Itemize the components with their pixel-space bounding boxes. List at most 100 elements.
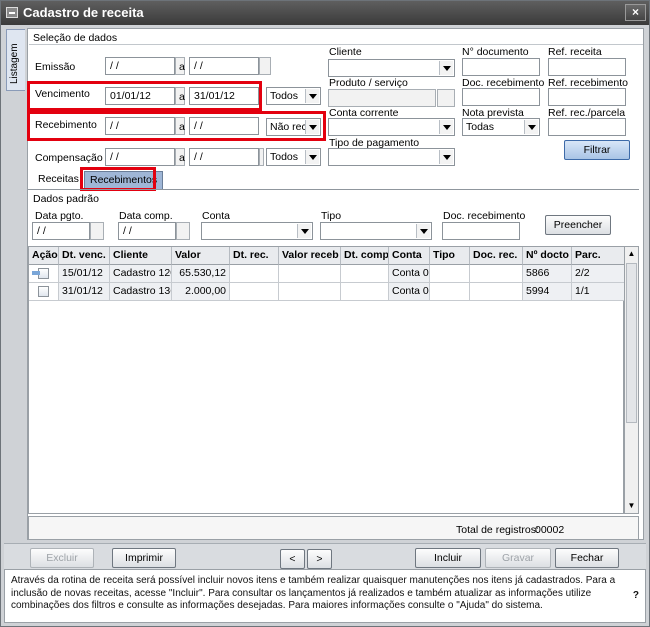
total-label: Total de registros:: [456, 524, 539, 536]
emissao-label: Emissão: [35, 61, 76, 73]
cell-valor-receb[interactable]: [279, 283, 341, 301]
compensacao-to-btn[interactable]: [259, 148, 264, 166]
conta-corrente-select[interactable]: [328, 118, 455, 136]
scroll-down-icon[interactable]: ▼: [626, 500, 637, 512]
col-valor-receb[interactable]: Valor receb: [279, 247, 341, 265]
cell-tipo[interactable]: [430, 265, 470, 283]
n-documento-label: N° documento: [462, 46, 529, 58]
padrao-conta-select[interactable]: [201, 222, 313, 240]
compensacao-to-input[interactable]: / /: [189, 148, 259, 166]
col-tipo[interactable]: Tipo: [430, 247, 470, 265]
help-text: Através da rotina de receita será possív…: [11, 575, 616, 611]
tab-listagem[interactable]: Listagem: [6, 29, 25, 91]
vencimento-to-input[interactable]: 31/01/12: [189, 87, 259, 105]
vencimento-select[interactable]: Todos: [266, 87, 321, 105]
cell-dt-comp[interactable]: [341, 283, 389, 301]
col-doc-rec[interactable]: Doc. rec.: [470, 247, 523, 265]
padrao-doc-rec-input[interactable]: [442, 222, 520, 240]
tabs-divider: [28, 189, 639, 190]
cell-conta[interactable]: Conta 01: [389, 265, 430, 283]
window-title: Cadastro de receita: [23, 5, 144, 20]
col-valor[interactable]: Valor: [172, 247, 230, 265]
cell-conta[interactable]: Conta 01: [389, 283, 430, 301]
data-pgto-label: Data pgto.: [35, 210, 84, 222]
preencher-button[interactable]: Preencher: [545, 215, 611, 235]
cell-valor-receb[interactable]: [279, 265, 341, 283]
cell-parc: 1/1: [572, 283, 625, 301]
nota-prevista-select[interactable]: Todas: [462, 118, 540, 136]
col-conta[interactable]: Conta: [389, 247, 430, 265]
cell-parc: 2/2: [572, 265, 625, 283]
produto-input[interactable]: [328, 89, 436, 107]
chevron-down-icon: [524, 120, 538, 134]
data-pgto-input[interactable]: / /: [32, 222, 90, 240]
padrao-tipo-select[interactable]: [320, 222, 432, 240]
padrao-header: Dados padrão: [33, 193, 99, 205]
tab-receitas[interactable]: Receitas: [33, 171, 84, 190]
vencimento-from-input[interactable]: 01/01/12: [105, 87, 175, 105]
cliente-label: Cliente: [329, 46, 362, 58]
imprimir-button[interactable]: Imprimir: [112, 548, 176, 568]
doc-recebimento-input[interactable]: [462, 88, 540, 106]
chevron-down-icon: [439, 61, 453, 75]
window-menu-icon[interactable]: [6, 7, 18, 18]
recebimento-to-input[interactable]: / /: [189, 117, 259, 135]
emissao-to-input[interactable]: / /: [189, 57, 259, 75]
ref-recebimento-input[interactable]: [548, 88, 626, 106]
gravar-button[interactable]: Gravar: [485, 548, 551, 568]
excluir-button[interactable]: Excluir: [30, 548, 94, 568]
cell-valor: 2.000,00: [172, 283, 230, 301]
ref-receita-input[interactable]: [548, 58, 626, 76]
grid-scrollbar[interactable]: ▲ ▼: [624, 246, 639, 514]
cell-dt-rec[interactable]: [230, 265, 279, 283]
filtrar-button[interactable]: Filtrar: [564, 140, 630, 160]
prev-button[interactable]: <: [280, 549, 305, 569]
tab-recebimentos[interactable]: Recebimentos: [84, 171, 164, 190]
compensacao-a-label: a: [179, 152, 185, 164]
cell-doc-rec[interactable]: [470, 265, 523, 283]
cell-dt-comp[interactable]: [341, 265, 389, 283]
tipo-pagamento-select[interactable]: [328, 148, 455, 166]
recebimento-select[interactable]: Não rec: [266, 118, 321, 136]
produto-lookup-btn[interactable]: [437, 89, 455, 107]
col-acao[interactable]: Ação: [29, 247, 59, 265]
col-dt-venc[interactable]: Dt. venc.: [59, 247, 110, 265]
recebimento-from-input[interactable]: / /: [105, 117, 175, 135]
ref-rec-parcela-input[interactable]: [548, 118, 626, 136]
col-dt-comp[interactable]: Dt. comp: [341, 247, 389, 265]
next-button[interactable]: >: [307, 549, 332, 569]
chevron-down-icon: [416, 224, 430, 238]
cell-dt-rec[interactable]: [230, 283, 279, 301]
tab-listagem-label: Listagem: [9, 43, 20, 84]
close-button[interactable]: ×: [625, 4, 646, 21]
vencimento-select-value: Todos: [270, 90, 299, 102]
cliente-select[interactable]: [328, 59, 455, 77]
data-comp-input[interactable]: / /: [118, 222, 176, 240]
cell-dt-venc: 15/01/12: [59, 265, 110, 283]
fechar-button[interactable]: Fechar: [555, 548, 619, 568]
row-checkbox[interactable]: [38, 286, 49, 297]
col-dt-rec[interactable]: Dt. rec.: [230, 247, 279, 265]
cell-tipo[interactable]: [430, 283, 470, 301]
help-icon[interactable]: ?: [633, 590, 639, 603]
data-comp-btn[interactable]: [176, 222, 190, 240]
table-row[interactable]: [29, 283, 59, 301]
chevron-down-icon: [439, 120, 453, 134]
recebimento-select-value: Não rec: [270, 121, 307, 133]
col-parc[interactable]: Parc.: [572, 247, 625, 265]
col-n-docto[interactable]: Nº docto: [523, 247, 572, 265]
scroll-thumb[interactable]: [626, 263, 637, 423]
emissao-from-input[interactable]: / /: [105, 57, 175, 75]
emissao-to-btn[interactable]: [259, 57, 271, 75]
scroll-up-icon[interactable]: ▲: [626, 248, 637, 260]
compensacao-select[interactable]: Todos: [266, 148, 321, 166]
cell-n-docto: 5994: [523, 283, 572, 301]
compensacao-from-input[interactable]: / /: [105, 148, 175, 166]
incluir-button[interactable]: Incluir: [415, 548, 481, 568]
data-pgto-btn[interactable]: [90, 222, 104, 240]
col-cliente[interactable]: Cliente: [110, 247, 172, 265]
cell-doc-rec[interactable]: [470, 283, 523, 301]
n-documento-input[interactable]: [462, 58, 540, 76]
padrao-doc-rec-label: Doc. recebimento: [443, 210, 526, 222]
recebimento-a-label: a: [179, 121, 185, 133]
